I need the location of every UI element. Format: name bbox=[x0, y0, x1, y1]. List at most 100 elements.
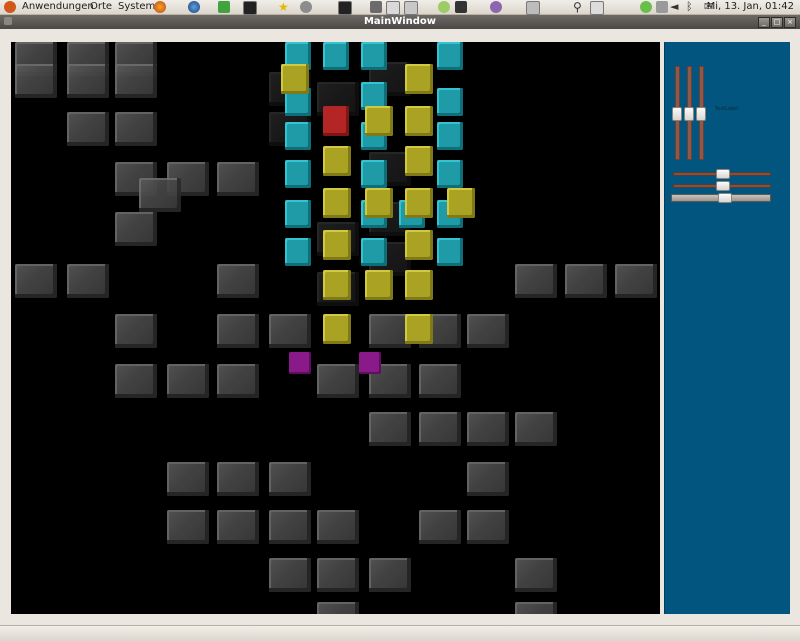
system-monitor-icon[interactable] bbox=[455, 1, 467, 13]
chat-status-icon[interactable] bbox=[640, 1, 652, 13]
cube-teal bbox=[285, 238, 311, 266]
vertical-slider-1[interactable] bbox=[672, 66, 682, 160]
cube-teal bbox=[361, 160, 387, 188]
volume-icon[interactable]: ◄ bbox=[670, 1, 682, 13]
cube-gray bbox=[369, 412, 411, 446]
thunderbird-icon[interactable] bbox=[188, 1, 200, 13]
cube-teal bbox=[437, 238, 463, 266]
clock[interactable]: Mi, 13. Jan, 01:42 bbox=[707, 0, 794, 14]
cube-gray bbox=[467, 314, 509, 348]
vertical-slider-3[interactable] bbox=[696, 66, 706, 160]
cube-gray bbox=[419, 364, 461, 398]
cube-teal bbox=[285, 160, 311, 188]
cube-teal bbox=[285, 200, 311, 228]
cube-gray bbox=[167, 364, 209, 398]
slider-handle[interactable] bbox=[672, 107, 682, 121]
cube-teal bbox=[437, 122, 463, 150]
cube-yellow bbox=[405, 230, 433, 260]
horizontal-slider-1[interactable] bbox=[673, 169, 771, 179]
minimize-button[interactable]: _ bbox=[758, 17, 770, 28]
pidgin-icon[interactable] bbox=[490, 1, 502, 13]
cube-gray bbox=[515, 264, 557, 298]
cube-gray bbox=[115, 314, 157, 348]
cube-gray bbox=[615, 264, 657, 298]
cube-gray bbox=[67, 264, 109, 298]
slider-handle[interactable] bbox=[696, 107, 706, 121]
calculator-icon[interactable] bbox=[370, 1, 382, 13]
cube-teal bbox=[285, 122, 311, 150]
cube-yellow bbox=[365, 106, 393, 136]
vertical-slider-2[interactable] bbox=[684, 66, 694, 160]
window-title: MainWindow bbox=[363, 16, 437, 27]
cube-gray bbox=[217, 162, 259, 196]
network-icon[interactable] bbox=[438, 1, 450, 13]
slider-handle[interactable] bbox=[684, 107, 694, 121]
cube-yellow bbox=[365, 188, 393, 218]
cube-red bbox=[323, 106, 349, 136]
cube-gray bbox=[167, 462, 209, 496]
cube-yellow bbox=[405, 270, 433, 300]
cube-magenta bbox=[289, 352, 311, 374]
cube-magenta bbox=[359, 352, 381, 374]
cube-gray bbox=[115, 364, 157, 398]
firefox-icon[interactable] bbox=[154, 1, 166, 13]
cube-gray bbox=[217, 364, 259, 398]
network-manager-icon[interactable] bbox=[656, 1, 668, 13]
top-panel: Anwendungen Orte System ★ ⚲ ◄ ᛒ ✉ Mi, 13… bbox=[0, 0, 800, 15]
cube-teal bbox=[437, 88, 463, 116]
cube-gray bbox=[217, 510, 259, 544]
star-icon[interactable]: ★ bbox=[278, 1, 290, 13]
cube-gray bbox=[419, 510, 461, 544]
cube-gray bbox=[217, 314, 259, 348]
cube-yellow bbox=[405, 188, 433, 218]
cube-gray bbox=[467, 462, 509, 496]
terminal-icon[interactable] bbox=[243, 1, 257, 15]
cube-gray bbox=[269, 510, 311, 544]
cube-gray bbox=[115, 64, 157, 98]
cube-gray bbox=[67, 112, 109, 146]
cube-yellow bbox=[405, 64, 433, 94]
menu-applications[interactable]: Anwendungen bbox=[22, 0, 94, 14]
cube-gray bbox=[515, 412, 557, 446]
menu-system[interactable]: System bbox=[118, 0, 155, 14]
cube-gray bbox=[67, 64, 109, 98]
search-icon[interactable]: ⚲ bbox=[573, 1, 585, 13]
cube-gray bbox=[317, 558, 359, 592]
cube-yellow bbox=[323, 270, 351, 300]
cube-gray bbox=[317, 602, 359, 614]
cube-gray bbox=[167, 510, 209, 544]
scrollbar-handle[interactable] bbox=[718, 193, 732, 203]
cube-yellow bbox=[405, 314, 433, 344]
menu-places[interactable]: Orte bbox=[90, 0, 112, 14]
cube-gray bbox=[565, 264, 607, 298]
cube-yellow bbox=[323, 146, 351, 176]
window-titlebar[interactable]: MainWindow _ □ × bbox=[0, 15, 800, 29]
calendar-icon[interactable] bbox=[404, 1, 418, 15]
ubuntu-logo-icon[interactable] bbox=[4, 1, 16, 13]
bottom-panel bbox=[0, 625, 800, 641]
show-desktop-icon[interactable] bbox=[590, 1, 604, 15]
cube-gray bbox=[467, 412, 509, 446]
cube-teal bbox=[361, 42, 387, 70]
cube-yellow bbox=[365, 270, 393, 300]
window-client-area: TextLabel bbox=[0, 30, 800, 624]
maximize-button[interactable]: □ bbox=[771, 17, 783, 28]
cube-gray bbox=[217, 462, 259, 496]
editor-icon[interactable] bbox=[386, 1, 400, 15]
qt-creator-icon[interactable] bbox=[218, 1, 230, 13]
opengl-viewport[interactable] bbox=[11, 42, 660, 614]
cube-gray bbox=[269, 558, 311, 592]
bluetooth-icon[interactable]: ᛒ bbox=[686, 1, 698, 13]
cube-yellow bbox=[281, 64, 309, 94]
cube-yellow bbox=[405, 146, 433, 176]
screenshot-icon[interactable] bbox=[526, 1, 540, 15]
cube-gray bbox=[317, 510, 359, 544]
slider-handle[interactable] bbox=[716, 181, 730, 191]
settings-icon[interactable] bbox=[300, 1, 312, 13]
close-button[interactable]: × bbox=[784, 17, 796, 28]
horizontal-slider-2[interactable] bbox=[673, 181, 771, 191]
terminal-icon-2[interactable] bbox=[338, 1, 352, 15]
slider-handle[interactable] bbox=[716, 169, 730, 179]
horizontal-scrollbar[interactable] bbox=[671, 193, 771, 203]
cube-teal bbox=[437, 160, 463, 188]
